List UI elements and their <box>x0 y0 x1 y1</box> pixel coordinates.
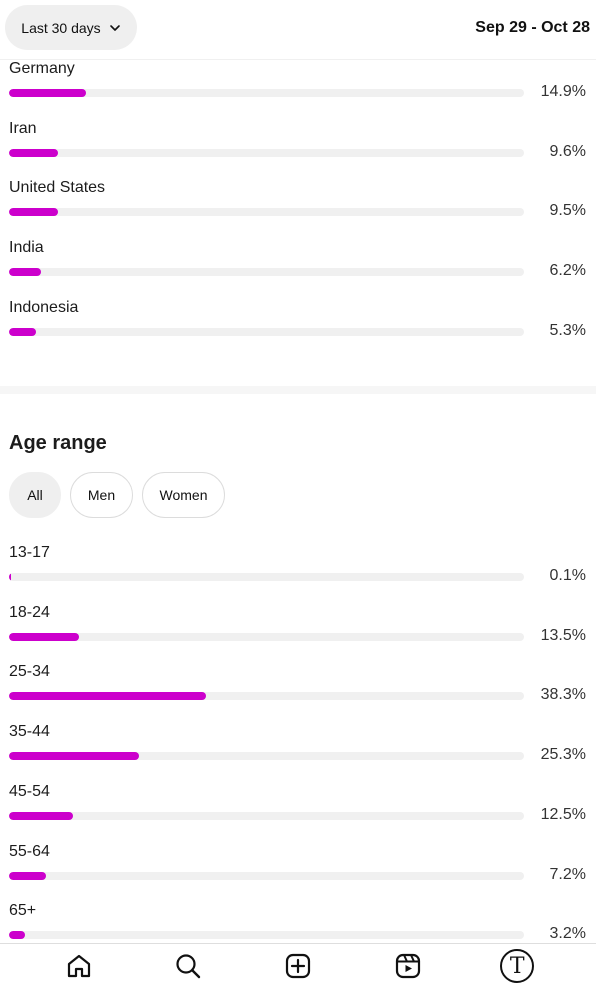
bar-track <box>9 931 524 939</box>
reels-icon <box>395 953 420 979</box>
bar-track <box>9 872 524 880</box>
bar-fill <box>9 573 11 581</box>
country-row-united-states: United States 9.5% <box>9 179 589 229</box>
create-icon <box>285 953 311 979</box>
date-range-text: Sep 29 - Oct 28 <box>475 19 590 36</box>
age-label: 18-24 <box>9 604 50 621</box>
bar-fill <box>9 752 139 760</box>
nav-home-button[interactable] <box>61 948 97 984</box>
country-row-india: India 6.2% <box>9 239 589 289</box>
profile-avatar: T <box>500 949 535 983</box>
percent-value: 25.3% <box>540 746 586 763</box>
age-row-18-24: 18-24 13.5% <box>9 604 589 654</box>
section-divider <box>0 386 596 394</box>
percent-value: 0.1% <box>549 567 586 584</box>
country-label: United States <box>9 179 106 196</box>
percent-value: 3.2% <box>549 925 586 942</box>
nav-profile-button[interactable]: T <box>499 948 535 984</box>
bar-fill <box>9 208 58 216</box>
bar-track <box>9 268 524 276</box>
country-label: India <box>9 239 44 256</box>
bar-track <box>9 633 524 641</box>
age-label: 13-17 <box>9 544 50 561</box>
age-label: 45-54 <box>9 783 50 800</box>
bar-track <box>9 692 524 700</box>
bar-fill <box>9 812 73 820</box>
bar-fill <box>9 633 79 641</box>
bar-fill <box>9 268 41 276</box>
bar-fill <box>9 872 46 880</box>
bar-fill <box>9 89 86 97</box>
bar-track <box>9 752 524 760</box>
bar-fill <box>9 692 206 700</box>
age-range-title: Age range <box>9 432 107 454</box>
country-row-germany: Germany 14.9% <box>9 60 589 110</box>
bar-track <box>9 208 524 216</box>
percent-value: 9.6% <box>549 143 586 160</box>
bar-fill <box>9 149 58 157</box>
country-label: Iran <box>9 120 37 137</box>
bar-track <box>9 812 524 820</box>
age-label: 55-64 <box>9 843 50 860</box>
nav-search-button[interactable] <box>170 948 206 984</box>
bar-fill <box>9 931 25 939</box>
age-row-35-44: 35-44 25.3% <box>9 723 589 773</box>
percent-value: 6.2% <box>549 262 586 279</box>
age-row-45-54: 45-54 12.5% <box>9 783 589 833</box>
top-bar: Last 30 days Sep 29 - Oct 28 <box>0 0 596 60</box>
nav-create-button[interactable] <box>280 948 316 984</box>
age-label: 25-34 <box>9 663 50 680</box>
age-label: 65+ <box>9 902 37 919</box>
percent-value: 38.3% <box>540 686 586 703</box>
percent-value: 12.5% <box>540 806 586 823</box>
percent-value: 7.2% <box>549 866 586 883</box>
date-range-dropdown-label: Last 30 days <box>21 19 101 36</box>
country-row-indonesia: Indonesia 5.3% <box>9 299 589 349</box>
date-range-dropdown[interactable]: Last 30 days <box>5 5 137 50</box>
percent-value: 5.3% <box>549 322 586 339</box>
bar-track <box>9 573 524 581</box>
country-label: Indonesia <box>9 299 79 316</box>
nav-reels-button[interactable] <box>390 948 426 984</box>
age-row-25-34: 25-34 38.3% <box>9 663 589 713</box>
tab-all[interactable]: All <box>9 472 61 518</box>
bar-track <box>9 89 524 97</box>
tab-women[interactable]: Women <box>142 472 225 518</box>
age-row-13-17: 13-17 0.1% <box>9 544 589 594</box>
percent-value: 9.5% <box>549 202 586 219</box>
age-row-55-64: 55-64 7.2% <box>9 843 589 893</box>
country-row-iran: Iran 9.6% <box>9 120 589 170</box>
search-icon <box>176 954 201 979</box>
chevron-down-icon <box>109 24 120 31</box>
bar-fill <box>9 328 36 336</box>
percent-value: 14.9% <box>540 83 586 100</box>
gender-filter-tabs: All Men Women <box>9 472 225 518</box>
home-icon <box>67 954 90 978</box>
bar-track <box>9 149 524 157</box>
bar-track <box>9 328 524 336</box>
bottom-navigation: T <box>0 943 596 988</box>
age-label: 35-44 <box>9 723 50 740</box>
country-label: Germany <box>9 60 75 77</box>
percent-value: 13.5% <box>540 627 586 644</box>
tab-men[interactable]: Men <box>70 472 133 518</box>
